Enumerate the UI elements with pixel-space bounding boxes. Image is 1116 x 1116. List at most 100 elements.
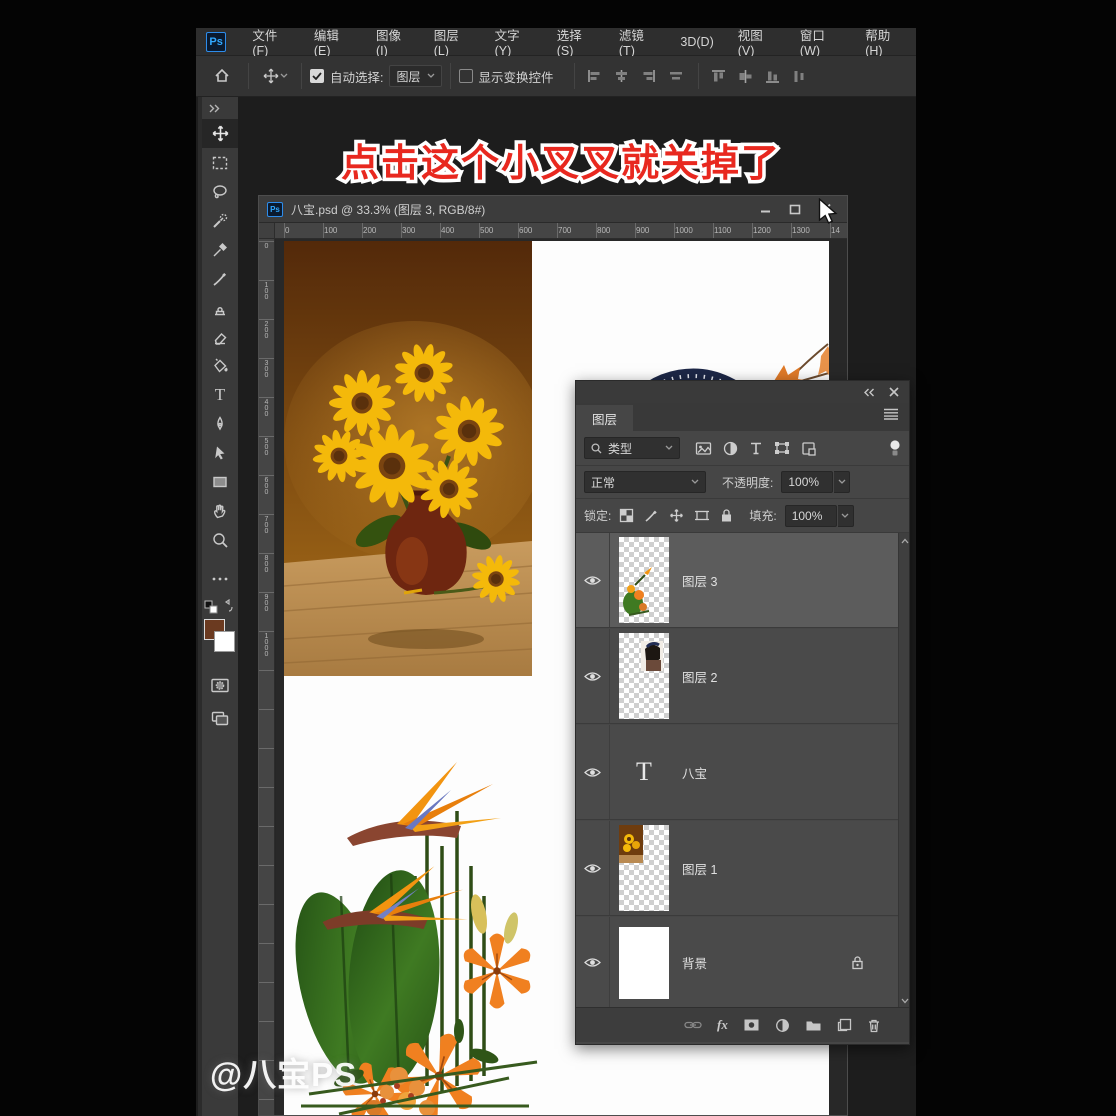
eraser-tool[interactable] bbox=[202, 322, 238, 351]
filter-smart-objects-icon[interactable] bbox=[801, 441, 816, 456]
swap-colors-button[interactable] bbox=[202, 599, 238, 615]
document-titlebar[interactable]: Ps 八宝.psd @ 33.3% (图层 3, RGB/8#) bbox=[259, 196, 847, 223]
scroll-down-arrow[interactable] bbox=[900, 995, 909, 1007]
lock-artboard-icon[interactable] bbox=[694, 508, 710, 523]
layer-thumbnail[interactable] bbox=[619, 927, 669, 999]
lock-image-pixels-icon[interactable] bbox=[644, 508, 659, 523]
menu-type[interactable]: 文字(Y) bbox=[483, 28, 545, 56]
align-center-horizontal-icon[interactable] bbox=[614, 69, 629, 83]
fill-field[interactable]: 100% bbox=[785, 505, 837, 527]
move-tool[interactable] bbox=[202, 119, 238, 148]
layer-thumbnail[interactable] bbox=[619, 537, 669, 623]
layer-name[interactable]: 图层 1 bbox=[682, 859, 717, 878]
scroll-up-arrow[interactable] bbox=[900, 535, 909, 547]
menu-filter[interactable]: 滤镜(T) bbox=[607, 28, 669, 56]
menu-layer[interactable]: 图层(L) bbox=[422, 28, 483, 56]
panel-menu-button[interactable] bbox=[883, 407, 909, 431]
layer-row-text-babao[interactable]: T 八宝 bbox=[576, 725, 900, 820]
horizontal-ruler[interactable]: 0 100 200 300 400 500 600 700 800 900 10… bbox=[275, 223, 847, 239]
more-tools-button[interactable] bbox=[202, 564, 238, 593]
zoom-tool[interactable] bbox=[202, 525, 238, 554]
lock-position-icon[interactable] bbox=[669, 508, 684, 523]
new-adjustment-layer-icon[interactable] bbox=[775, 1018, 790, 1033]
layer-row-layer1[interactable]: 图层 1 bbox=[576, 821, 900, 916]
layer-thumbnail[interactable] bbox=[619, 825, 669, 911]
rectangle-tool[interactable] bbox=[202, 467, 238, 496]
new-layer-icon[interactable] bbox=[837, 1018, 852, 1032]
distribute-horizontal-icon[interactable] bbox=[668, 69, 684, 83]
visibility-toggle[interactable] bbox=[576, 917, 610, 1008]
menu-3d[interactable]: 3D(D) bbox=[668, 28, 725, 56]
collapse-panel-icon[interactable] bbox=[863, 388, 875, 397]
screen-mode-button[interactable] bbox=[202, 704, 238, 733]
filter-toggle-pin-icon[interactable] bbox=[889, 440, 901, 457]
menu-window[interactable]: 窗口(W) bbox=[788, 28, 853, 56]
layer-style-fx-icon[interactable]: fx bbox=[717, 1017, 728, 1033]
layer-row-layer3[interactable]: 图层 3 bbox=[576, 533, 900, 628]
layer-name[interactable]: 图层 3 bbox=[682, 571, 717, 590]
quick-mask-button[interactable] bbox=[202, 671, 238, 700]
menu-select[interactable]: 选择(S) bbox=[545, 28, 607, 56]
menu-file[interactable]: 文件(F) bbox=[240, 28, 302, 56]
filter-shape-layers-icon[interactable] bbox=[774, 441, 790, 455]
filter-type-layers-icon[interactable] bbox=[749, 441, 763, 455]
show-transform-checkbox[interactable] bbox=[459, 69, 473, 83]
minimize-button[interactable] bbox=[757, 202, 773, 216]
type-tool[interactable]: T bbox=[202, 380, 238, 409]
layer-list-scrollbar[interactable] bbox=[898, 533, 909, 1009]
visibility-toggle[interactable] bbox=[576, 629, 610, 723]
filter-adjustment-layers-icon[interactable] bbox=[723, 441, 738, 456]
layer-name[interactable]: 图层 2 bbox=[682, 667, 717, 686]
lock-transparent-pixels-icon[interactable] bbox=[619, 508, 634, 523]
distribute-vertical-icon[interactable] bbox=[792, 69, 806, 84]
align-right-icon[interactable] bbox=[641, 69, 656, 83]
marquee-tool[interactable] bbox=[202, 148, 238, 177]
color-swatches[interactable] bbox=[202, 619, 238, 661]
align-bottom-icon[interactable] bbox=[765, 69, 780, 84]
eyedropper-tool[interactable] bbox=[202, 235, 238, 264]
menu-image[interactable]: 图像(I) bbox=[364, 28, 422, 56]
layer-thumbnail[interactable] bbox=[619, 633, 669, 719]
layer-row-background[interactable]: 背景 bbox=[576, 917, 900, 1009]
move-tool-preset[interactable] bbox=[257, 62, 293, 91]
lock-all-icon[interactable] bbox=[720, 508, 733, 523]
brush-tool[interactable] bbox=[202, 264, 238, 293]
menu-help[interactable]: 帮助(H) bbox=[853, 28, 916, 56]
add-layer-mask-icon[interactable] bbox=[743, 1018, 760, 1032]
home-button[interactable] bbox=[204, 62, 240, 91]
align-top-icon[interactable] bbox=[711, 69, 726, 84]
fill-dropdown-button[interactable] bbox=[838, 505, 854, 527]
tab-layers[interactable]: 图层 bbox=[576, 405, 633, 431]
clone-stamp-tool[interactable] bbox=[202, 293, 238, 322]
filter-type-dropdown[interactable]: 类型 bbox=[584, 437, 680, 459]
layer-name[interactable]: 八宝 bbox=[682, 763, 707, 782]
hand-tool[interactable] bbox=[202, 496, 238, 525]
toolbar-collapse-button[interactable] bbox=[202, 97, 238, 119]
path-selection-tool[interactable] bbox=[202, 438, 238, 467]
link-layers-icon[interactable] bbox=[684, 1020, 702, 1030]
close-panel-icon[interactable] bbox=[889, 387, 899, 397]
align-left-icon[interactable] bbox=[587, 69, 602, 83]
menu-edit[interactable]: 编辑(E) bbox=[302, 28, 364, 56]
background-color-swatch[interactable] bbox=[214, 631, 235, 652]
auto-select-checkbox[interactable] bbox=[310, 69, 324, 83]
opacity-dropdown-button[interactable] bbox=[834, 471, 850, 493]
visibility-toggle[interactable] bbox=[576, 821, 610, 915]
maximize-button[interactable] bbox=[787, 202, 803, 216]
menu-view[interactable]: 视图(V) bbox=[726, 28, 788, 56]
lasso-tool[interactable] bbox=[202, 177, 238, 206]
opacity-field[interactable]: 100% bbox=[781, 471, 833, 493]
align-middle-icon[interactable] bbox=[738, 69, 753, 84]
text-layer-thumbnail[interactable]: T bbox=[619, 729, 669, 815]
filter-pixel-layers-icon[interactable] bbox=[695, 441, 712, 456]
ruler-corner[interactable] bbox=[259, 223, 275, 239]
layer-name[interactable]: 背景 bbox=[682, 953, 707, 972]
paint-bucket-tool[interactable] bbox=[202, 351, 238, 380]
visibility-toggle[interactable] bbox=[576, 533, 610, 627]
object-selection-tool[interactable] bbox=[202, 206, 238, 235]
auto-select-dropdown[interactable]: 图层 bbox=[389, 65, 441, 87]
new-group-folder-icon[interactable] bbox=[805, 1018, 822, 1032]
delete-layer-trash-icon[interactable] bbox=[867, 1018, 881, 1033]
vertical-ruler[interactable]: 0 100 200 300 400 500 600 700 800 900 10… bbox=[259, 239, 275, 1115]
pen-tool[interactable] bbox=[202, 409, 238, 438]
